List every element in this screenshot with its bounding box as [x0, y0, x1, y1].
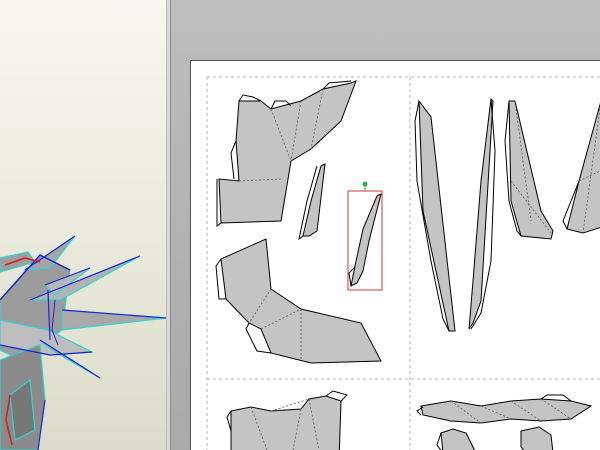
piece-long-center[interactable] — [468, 97, 496, 330]
piece-bottom-right-strip[interactable] — [416, 394, 593, 424]
piece-bottom-right-lower[interactable] — [436, 426, 554, 450]
piece-bottom-left[interactable] — [226, 390, 348, 450]
2d-development-view[interactable] — [171, 0, 600, 450]
paper-sheet — [190, 60, 600, 450]
model-faces — [0, 235, 166, 450]
sliver-piece-selected[interactable] — [347, 181, 383, 291]
piece-top-left[interactable] — [216, 80, 357, 227]
sliver-piece-left[interactable] — [298, 163, 326, 241]
piece-fan-right-a[interactable] — [504, 100, 554, 240]
piece-fan-right-b[interactable] — [562, 101, 600, 234]
piece-lower-left[interactable] — [215, 238, 382, 364]
3d-model-view[interactable] — [0, 0, 166, 450]
piece-long-left[interactable] — [414, 99, 456, 332]
3d-model-canvas[interactable] — [0, 0, 166, 450]
rotate-handle[interactable] — [362, 181, 368, 187]
sheet-canvas[interactable] — [191, 61, 600, 450]
